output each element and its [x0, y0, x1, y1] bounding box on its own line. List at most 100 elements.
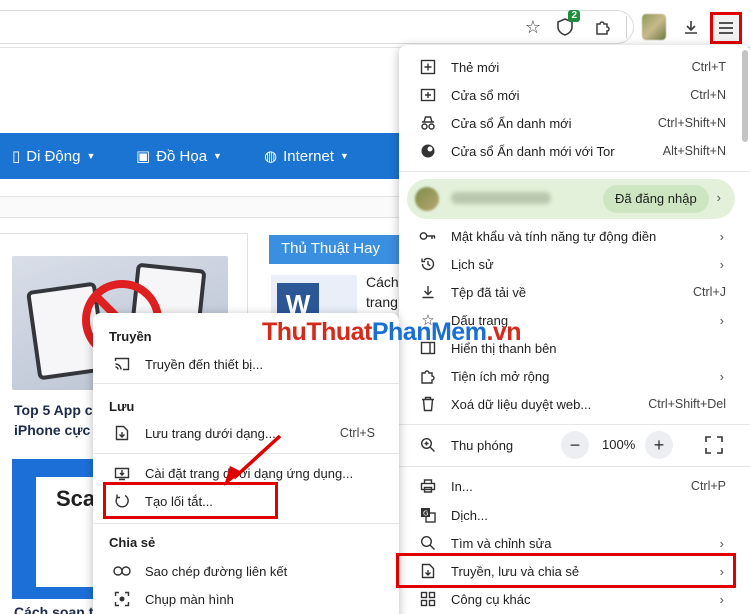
trash-icon	[419, 395, 437, 413]
sidebar-article-text[interactable]: trang	[366, 294, 398, 310]
chevron-right-icon: ›	[719, 368, 724, 384]
toolbar-divider	[626, 16, 627, 38]
menu-separator	[399, 466, 750, 467]
download-icon	[419, 283, 437, 301]
save-page-icon	[113, 424, 131, 442]
menu-item-new-tab[interactable]: Thẻ mới Ctrl+T	[399, 53, 750, 81]
nav-item-label: Internet	[283, 147, 334, 165]
nav-item-internet[interactable]: ◍ Internet ▼	[264, 147, 349, 166]
extension-shield-icon[interactable]: 2	[552, 10, 580, 40]
chevron-right-icon: ›	[716, 190, 721, 205]
incognito-icon	[419, 114, 437, 132]
nav-item-graphics[interactable]: ▣ Đồ Họa ▼	[136, 147, 222, 166]
zoom-label: Thu phóng	[451, 437, 514, 453]
history-icon	[419, 255, 437, 273]
menu-item-clear-data[interactable]: Xoá dữ liệu duyệt web... Ctrl+Shift+Del	[399, 390, 750, 418]
thumbnail-text: Sca	[56, 486, 96, 511]
caret-down-icon: ▼	[86, 151, 96, 161]
bookmark-star-icon[interactable]: ☆	[520, 14, 546, 40]
profile-avatar	[415, 187, 439, 211]
chevron-right-icon: ›	[719, 591, 724, 607]
submenu-section-share: Chia sẻ	[109, 535, 156, 550]
chevron-right-icon: ›	[719, 256, 724, 272]
menu-separator	[399, 424, 750, 425]
menu-item-cast-save-share[interactable]: Truyền, lưu và chia sẻ ›	[399, 557, 750, 585]
extensions-puzzle-icon[interactable]	[590, 14, 616, 40]
submenu-item-cast-device[interactable]: Truyền đến thiết bị...	[93, 350, 399, 378]
chevron-right-icon: ›	[719, 563, 724, 579]
browser-toolbar: ☆ 2	[0, 0, 750, 48]
page-breadcrumb-strip	[0, 196, 400, 218]
nav-item-label: Di Động	[26, 147, 81, 165]
submenu-section-save: Lưu	[109, 399, 135, 414]
hamburger-icon	[719, 22, 733, 34]
screenshot-icon	[113, 590, 131, 608]
globe-icon: ◍	[264, 148, 278, 165]
profile-avatar[interactable]	[642, 14, 666, 40]
phone-icon: ▯	[12, 148, 21, 165]
browser-menu-button[interactable]	[710, 12, 742, 44]
caret-down-icon: ▼	[213, 151, 222, 161]
nav-item-mobile[interactable]: ▯ Di Động ▼	[12, 147, 96, 166]
menu-separator	[399, 171, 750, 172]
site-navigation: ▯ Di Động ▼ ▣ Đồ Họa ▼ ◍ Internet ▼	[0, 133, 400, 179]
menu-item-translate[interactable]: G Dịch...	[399, 501, 750, 529]
watermark-logo: ThuThuatPhanMem.vn	[262, 318, 522, 346]
menu-item-print[interactable]: In... Ctrl+P	[399, 472, 750, 500]
menu-item-passwords[interactable]: Mật khẩu và tính năng tự động điền ›	[399, 222, 750, 250]
zoom-level: 100%	[602, 437, 636, 452]
menu-item-extensions[interactable]: Tiện ích mở rộng ›	[399, 362, 750, 390]
chevron-right-icon: ›	[719, 312, 724, 328]
profile-name-blurred	[451, 192, 551, 204]
cast-icon	[113, 355, 131, 373]
link-icon	[113, 562, 131, 580]
tor-globe-icon	[419, 142, 437, 160]
menu-item-new-window[interactable]: Cửa sổ mới Ctrl+N	[399, 81, 750, 109]
toolbox-icon	[419, 590, 437, 608]
arrow-annotation-icon	[224, 434, 282, 486]
profile-row[interactable]: Đã đăng nhập ›	[407, 179, 735, 219]
menu-item-find-edit[interactable]: Tìm và chỉnh sửa ›	[399, 529, 750, 557]
fullscreen-icon[interactable]	[704, 435, 724, 455]
image-icon: ▣	[136, 148, 151, 165]
svg-text:G: G	[423, 510, 428, 518]
menu-item-downloads[interactable]: Tệp đã tải về Ctrl+J	[399, 278, 750, 306]
article-title[interactable]: Cách soạn t	[14, 604, 93, 614]
new-window-icon	[419, 86, 437, 104]
signed-in-status-chip: Đã đăng nhập	[603, 185, 709, 213]
zoom-row: Thu phóng − 100% +	[399, 431, 750, 459]
zoom-in-button[interactable]: +	[645, 431, 673, 459]
sidebar-section-title: Thủ Thuật Hay	[269, 235, 400, 262]
translate-icon: G	[419, 506, 437, 524]
submenu-section-cast: Truyền	[109, 329, 152, 344]
zoom-out-button[interactable]: −	[561, 431, 589, 459]
key-icon	[419, 227, 437, 245]
menu-item-history[interactable]: Lịch sử ›	[399, 250, 750, 278]
new-tab-icon	[419, 58, 437, 76]
menu-item-more-tools[interactable]: Công cụ khác ›	[399, 585, 750, 613]
submenu-item-screenshot[interactable]: Chụp màn hình	[93, 585, 399, 613]
menu-separator	[93, 523, 399, 524]
nav-item-label: Đồ Họa	[156, 147, 208, 165]
download-icon[interactable]	[678, 14, 704, 40]
menu-item-incognito[interactable]: Cửa sổ Ẩn danh mới Ctrl+Shift+N	[399, 109, 750, 137]
chevron-right-icon: ›	[719, 228, 724, 244]
printer-icon	[419, 477, 437, 495]
menu-separator	[93, 383, 399, 384]
zoom-magnifier-icon	[419, 436, 437, 454]
search-icon	[419, 534, 437, 552]
menu-scrollbar[interactable]	[742, 50, 748, 142]
chevron-right-icon: ›	[719, 535, 724, 551]
extension-badge: 2	[568, 10, 580, 22]
sidebar-article-text[interactable]: Cách	[366, 274, 399, 290]
puzzle-icon	[419, 367, 437, 385]
submenu-item-copy-link[interactable]: Sao chép đường liên kết	[93, 557, 399, 585]
article-title[interactable]: Top 5 App c	[14, 402, 93, 418]
caret-down-icon: ▼	[339, 151, 349, 161]
article-title[interactable]: iPhone cực	[14, 422, 90, 438]
shortcut-icon	[113, 492, 131, 510]
install-app-icon	[113, 464, 131, 482]
menu-item-incognito-tor[interactable]: Cửa sổ Ẩn danh mới với Tor Alt+Shift+N	[399, 137, 750, 165]
save-page-icon	[419, 562, 437, 580]
divider	[269, 262, 400, 264]
